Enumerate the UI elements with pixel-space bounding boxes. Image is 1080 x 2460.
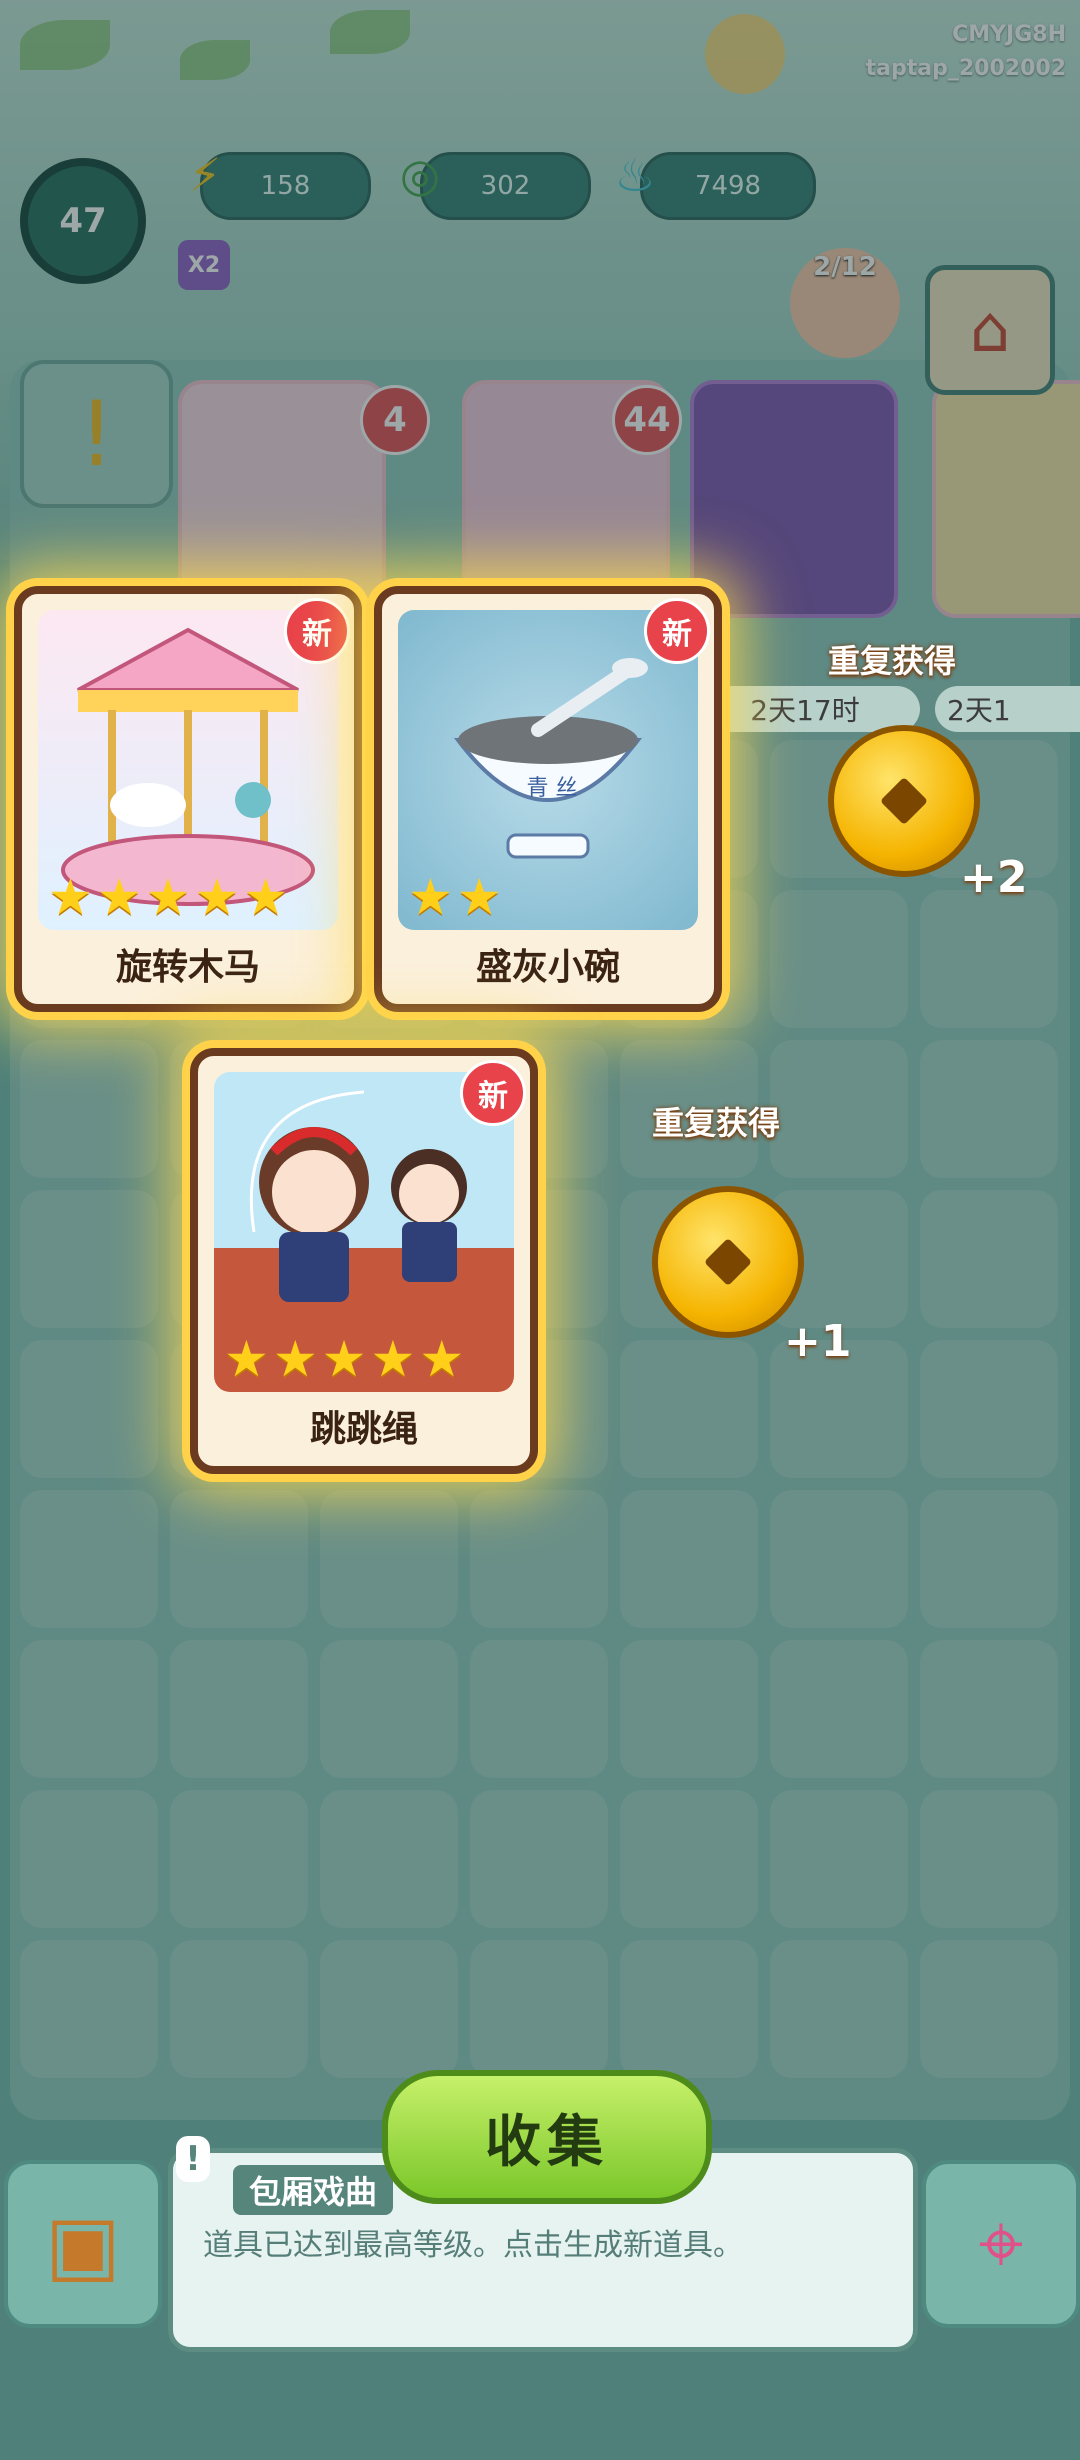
reward-amount: +2 <box>960 852 1028 903</box>
card-label: 旋转木马 <box>115 947 260 988</box>
star-icon: ★ <box>456 868 502 926</box>
new-item-card[interactable]: ★ ★ ★ ★ ★ 旋转木马 新 <box>14 586 362 1012</box>
copper-coin-icon <box>652 1186 804 1338</box>
timer-badge: 2天17时 <box>690 686 920 732</box>
star-icon: ★ <box>243 868 289 926</box>
star-rating: ★ ★ <box>408 872 502 922</box>
star-rating: ★ ★ ★ ★ ★ <box>224 1334 464 1384</box>
duplicate-label: 重复获得 <box>828 642 957 680</box>
storage-box-button[interactable]: ▣ <box>4 2160 162 2328</box>
collect-button[interactable]: 收集 <box>382 2070 712 2204</box>
info-exclamation-icon: ! <box>176 2136 210 2182</box>
info-message: 道具已达到最高等级。点击生成新道具。 <box>203 2228 743 2263</box>
new-badge: 新 <box>644 598 710 664</box>
map-button[interactable]: ⌖ <box>922 2160 1080 2328</box>
star-icon: ★ <box>48 868 93 926</box>
star-icon: ★ <box>321 1330 367 1388</box>
star-icon: ★ <box>194 868 240 926</box>
map-pin-icon: ⌖ <box>978 2197 1024 2290</box>
star-icon: ★ <box>96 868 142 926</box>
box-icon: ▣ <box>45 2197 121 2291</box>
star-icon: ★ <box>370 1330 416 1388</box>
new-item-card[interactable]: ★ ★ ★ ★ ★ 跳跳绳 新 <box>190 1048 538 1474</box>
star-icon: ★ <box>145 868 191 926</box>
new-badge: 新 <box>284 598 350 664</box>
star-icon: ★ <box>224 1330 269 1388</box>
card-label: 跳跳绳 <box>309 1409 418 1450</box>
info-title: 包厢戏曲 <box>233 2165 394 2215</box>
star-icon: ★ <box>419 1330 465 1388</box>
star-icon: ★ <box>408 868 453 926</box>
bowl-text: 青 丝 <box>526 776 578 801</box>
card-label: 盛灰小碗 <box>475 947 620 988</box>
star-rating: ★ ★ ★ ★ ★ <box>48 872 288 922</box>
new-item-card[interactable]: 青 丝 ★ ★ 盛灰小碗 新 <box>374 586 722 1012</box>
new-badge: 新 <box>460 1060 526 1126</box>
timer-badge: 2天1 <box>935 686 1080 732</box>
reward-amount: +1 <box>784 1316 852 1367</box>
star-icon: ★ <box>272 1330 318 1388</box>
copper-coin-icon <box>828 725 980 877</box>
duplicate-label: 重复获得 <box>652 1104 781 1142</box>
